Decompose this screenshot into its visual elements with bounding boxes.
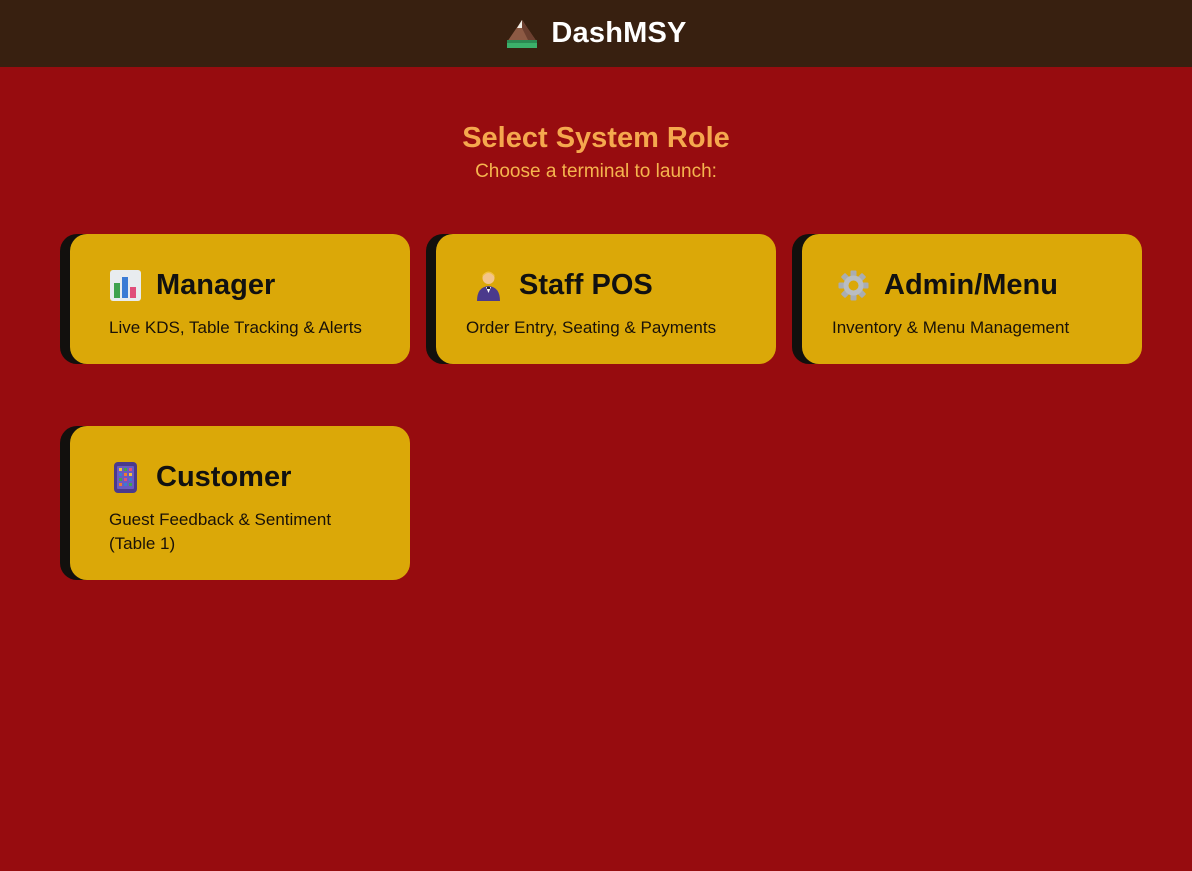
role-description: Guest Feedback & Sentiment (Table 1): [109, 510, 332, 553]
role-card-customer[interactable]: Customer Guest Feedback & Sentiment (Tab…: [70, 426, 410, 580]
app-header: DashMSY: [0, 0, 1192, 67]
bar-chart-icon: [110, 269, 141, 301]
role-card-manager[interactable]: Manager Live KDS, Table Tracking & Alert…: [70, 234, 410, 364]
role-card-admin-menu[interactable]: Admin/Menu Inventory & Menu Management: [802, 234, 1142, 364]
role-title: Customer: [156, 461, 292, 493]
role-description: Live KDS, Table Tracking & Alerts: [109, 318, 362, 337]
role-title: Manager: [156, 269, 276, 301]
page-subtitle: Choose a terminal to launch:: [475, 161, 717, 182]
role-title: Staff POS: [519, 269, 653, 301]
mountain-icon: [507, 19, 538, 48]
waiter-icon: [477, 271, 500, 301]
role-title: Admin/Menu: [884, 269, 1058, 301]
app-title: DashMSY: [551, 17, 687, 49]
role-selection-heading: Select System Role Choose a terminal to …: [0, 118, 1192, 186]
app-brand[interactable]: DashMSY: [505, 17, 686, 50]
gear-icon: [838, 270, 869, 300]
tablet-icon: [114, 461, 137, 493]
page-title: Select System Role: [462, 122, 730, 154]
role-card-staff-pos[interactable]: Staff POS Order Entry, Seating & Payment…: [436, 234, 776, 364]
role-description: Order Entry, Seating & Payments: [466, 318, 717, 337]
role-description: Inventory & Menu Management: [832, 318, 1070, 337]
